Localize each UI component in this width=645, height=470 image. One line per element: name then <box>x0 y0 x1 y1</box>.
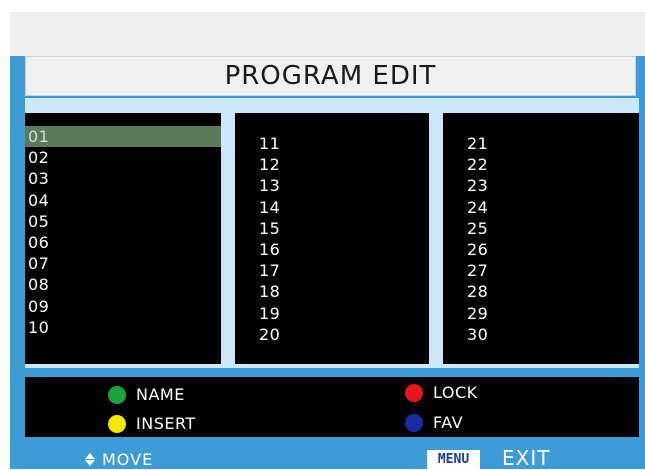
yellow-dot-icon <box>108 414 126 433</box>
channel-item[interactable]: 14 <box>235 197 429 218</box>
exit-label[interactable]: EXIT <box>502 446 550 470</box>
channel-item[interactable]: 22 <box>443 154 639 175</box>
channel-item[interactable]: 02 <box>25 147 221 168</box>
color-key-legend: NAME LOCK INSERT FAV <box>25 377 639 437</box>
channel-item[interactable]: 12 <box>235 154 429 175</box>
channel-column-1: 01 02 03 04 05 06 07 08 09 10 <box>25 113 221 364</box>
channel-item[interactable]: 07 <box>25 253 221 274</box>
channel-item[interactable]: 25 <box>443 218 639 239</box>
menu-button[interactable]: MENU <box>427 450 480 469</box>
channel-item[interactable]: 16 <box>235 239 429 260</box>
channel-item[interactable]: 26 <box>443 239 639 260</box>
channel-list-area: 01 02 03 04 05 06 07 08 09 10 11 12 13 1… <box>25 98 639 368</box>
legend-lock[interactable]: LOCK <box>405 383 478 402</box>
legend-fav-label: FAV <box>433 413 464 432</box>
legend-fav[interactable]: FAV <box>405 413 463 432</box>
channel-item[interactable]: 23 <box>443 175 639 196</box>
channel-item[interactable]: 08 <box>25 274 221 295</box>
channel-item[interactable]: 27 <box>443 260 639 281</box>
channel-item[interactable]: 03 <box>25 168 221 189</box>
channel-item[interactable]: 05 <box>25 211 221 232</box>
footer-hints: MOVE MENU EXIT <box>10 440 645 470</box>
channel-item[interactable]: 13 <box>235 175 429 196</box>
channel-column-3: 21 22 23 24 25 26 27 28 29 30 <box>443 113 639 364</box>
channel-item[interactable]: 11 <box>235 133 429 154</box>
channel-item[interactable]: 06 <box>25 232 221 253</box>
up-down-arrow-icon <box>85 453 95 466</box>
channel-item[interactable]: 15 <box>235 218 429 239</box>
legend-insert-label: INSERT <box>136 414 196 433</box>
channel-item[interactable]: 10 <box>25 317 221 338</box>
channel-item[interactable]: 04 <box>25 190 221 211</box>
channel-item[interactable]: 18 <box>235 281 429 302</box>
green-dot-icon <box>108 385 126 404</box>
channel-item[interactable]: 29 <box>443 303 639 324</box>
legend-name[interactable]: NAME <box>108 385 185 404</box>
channel-item[interactable]: 30 <box>443 324 639 345</box>
blue-dot-icon <box>405 413 423 432</box>
red-dot-icon <box>405 383 423 402</box>
channel-item[interactable]: 19 <box>235 303 429 324</box>
channel-item-selected[interactable]: 01 <box>25 126 221 148</box>
legend-lock-label: LOCK <box>433 383 478 402</box>
tv-osd-screen: PROGRAM EDIT 01 02 03 04 05 06 07 08 09 … <box>0 0 645 470</box>
channel-item[interactable]: 09 <box>25 296 221 317</box>
channel-item[interactable]: 20 <box>235 324 429 345</box>
channel-column-2: 11 12 13 14 15 16 17 18 19 20 <box>235 113 429 364</box>
channel-item[interactable]: 17 <box>235 260 429 281</box>
move-label: MOVE <box>102 450 154 469</box>
top-strip <box>10 12 645 56</box>
legend-insert[interactable]: INSERT <box>108 414 196 433</box>
channel-item[interactable]: 24 <box>443 197 639 218</box>
move-hint: MOVE <box>85 450 153 469</box>
legend-name-label: NAME <box>136 385 185 404</box>
page-title: PROGRAM EDIT <box>25 56 636 96</box>
channel-item[interactable]: 21 <box>443 133 639 154</box>
channel-item[interactable]: 28 <box>443 281 639 302</box>
program-edit-panel: PROGRAM EDIT 01 02 03 04 05 06 07 08 09 … <box>10 56 645 470</box>
